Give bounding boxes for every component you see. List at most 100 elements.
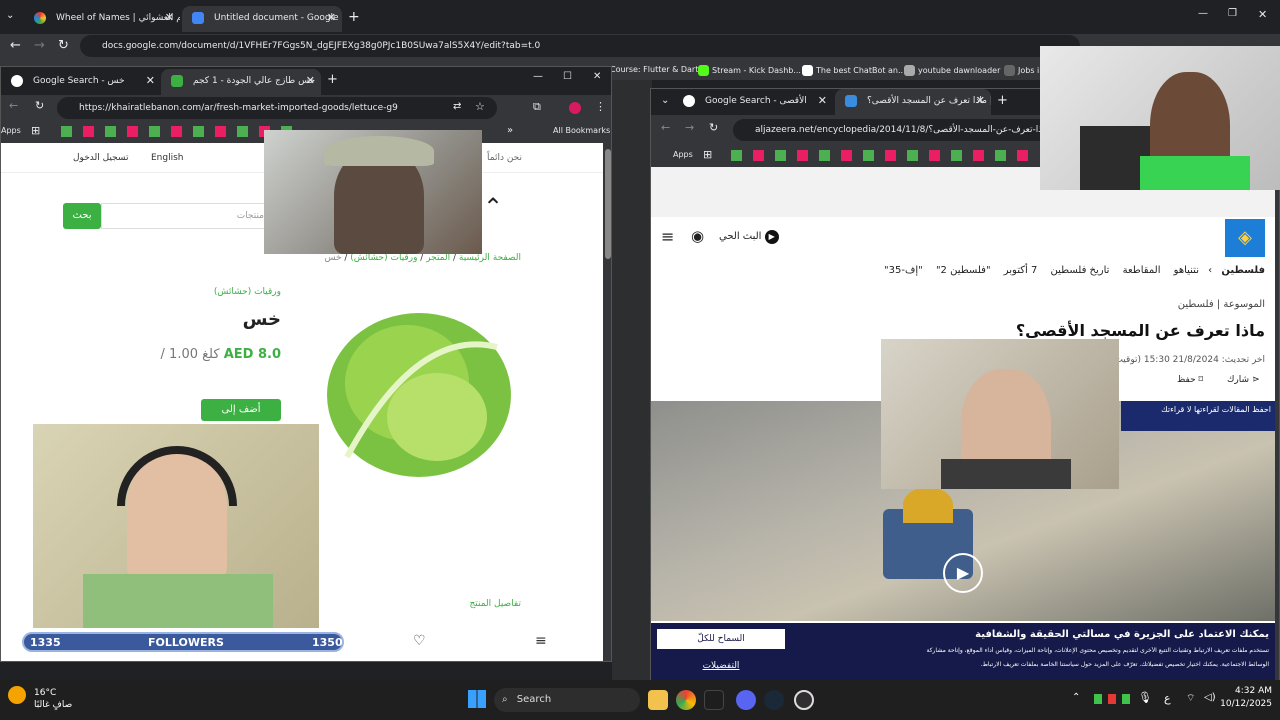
hamburger-icon[interactable]: ≡ xyxy=(535,633,547,649)
volume-icon[interactable]: ◁) xyxy=(1204,692,1216,703)
avatar[interactable] xyxy=(569,102,581,114)
tab-aljazeera[interactable]: ماذا تعرف عن المسجد الأقصى؟ | ✕ xyxy=(835,89,991,115)
breadcrumb-palestine[interactable]: فلسطين xyxy=(1178,299,1214,310)
nav-f35[interactable]: "إف-35" xyxy=(884,265,923,276)
menu-icon[interactable]: ⋮ xyxy=(595,100,606,113)
tab-google-search-aqsa[interactable]: Google Search - الأقصى ✕ xyxy=(673,89,833,115)
chevron-right-icon[interactable]: » xyxy=(507,125,513,136)
apps-bookmark[interactable]: Apps xyxy=(673,150,693,159)
all-bookmarks[interactable]: All Bookmarks xyxy=(553,126,610,135)
new-tab-icon[interactable]: + xyxy=(348,9,360,25)
live-button[interactable]: ▶ البث الحي xyxy=(719,230,779,244)
weather-widget[interactable]: 16°C صافٍ غالبًا xyxy=(8,686,72,710)
close-icon[interactable]: ✕ xyxy=(306,69,315,93)
apps-bookmark[interactable]: Apps xyxy=(1,126,21,135)
language-indicator[interactable]: ع xyxy=(1164,692,1171,705)
bookmark-flutter[interactable]: Course: Flutter & Dart xyxy=(610,65,698,74)
video-play-icon[interactable]: ▶ xyxy=(943,553,983,593)
clock[interactable]: 4:32 AM 10/12/2025 xyxy=(1220,686,1272,709)
extension-icon[interactable]: ⧉ xyxy=(533,100,541,114)
close-window-icon[interactable]: ✕ xyxy=(593,71,601,82)
reload-icon[interactable]: ↻ xyxy=(58,38,69,53)
nav-palestine2[interactable]: "فلسطين 2" xyxy=(936,265,991,276)
close-icon[interactable]: ✕ xyxy=(976,89,985,113)
close-icon[interactable]: ✕ xyxy=(818,89,827,113)
nav-history[interactable]: تاريخ فلسطين xyxy=(1051,265,1110,276)
tab-google-docs[interactable]: Untitled document - Google Do ✕ xyxy=(182,6,342,32)
start-icon[interactable] xyxy=(468,690,486,708)
close-icon[interactable]: ✕ xyxy=(146,69,155,93)
product-details-tab[interactable]: تفاصيل المنتج xyxy=(421,599,521,609)
bookmark-icons[interactable] xyxy=(731,150,1031,161)
close-window-icon[interactable]: ✕ xyxy=(1258,8,1267,21)
user-icon[interactable]: ◉ xyxy=(691,227,704,245)
reload-icon[interactable]: ↻ xyxy=(35,99,44,112)
outer-address-bar[interactable]: docs.google.com/document/d/1VFHEr7FGgs5N… xyxy=(80,35,1080,57)
cookie-body-2[interactable]: الوسائط الاجتماعية. يمكنك اختيار تخصيص ت… xyxy=(831,661,1269,668)
restore-icon[interactable]: ☐ xyxy=(563,71,572,82)
restore-icon[interactable]: ❐ xyxy=(1228,8,1237,19)
add-to-cart-button[interactable]: أضف إلى xyxy=(201,399,281,421)
star-icon[interactable]: ☆ xyxy=(475,100,485,113)
mic-icon[interactable]: 🎙 xyxy=(1138,691,1152,704)
steam-icon[interactable] xyxy=(764,690,784,710)
obs-icon[interactable] xyxy=(794,690,814,710)
minimize-icon[interactable]: — xyxy=(533,71,543,82)
forward-icon[interactable]: → xyxy=(685,121,694,134)
save-button[interactable]: ⌑ حفظ xyxy=(1177,375,1203,385)
left-address-bar[interactable]: https://khairatlebanon.com/ar/fresh-mark… xyxy=(57,97,497,119)
tray-icons[interactable] xyxy=(1094,694,1134,704)
nav-netanyahu[interactable]: نتنياهو xyxy=(1174,265,1199,276)
forward-icon[interactable]: → xyxy=(34,38,45,53)
minimize-icon[interactable]: — xyxy=(1198,8,1208,19)
language-link[interactable]: English xyxy=(151,153,184,163)
tray-chevron-icon[interactable]: ⌃ xyxy=(1072,692,1080,703)
heart-icon[interactable]: ♡ xyxy=(413,633,426,649)
breadcrumb-encyclopedia[interactable]: الموسوعة xyxy=(1223,299,1265,310)
login-link[interactable]: تسجيل الدخول xyxy=(73,153,128,163)
nav-october7[interactable]: 7 أكتوبر xyxy=(1004,265,1038,276)
share-button[interactable]: ⋖ شارك xyxy=(1227,375,1259,385)
search-button[interactable]: بحث xyxy=(63,203,101,229)
taskbar-search[interactable]: ⌕ Search xyxy=(494,688,640,712)
back-icon[interactable]: ← xyxy=(10,38,21,53)
back-icon[interactable]: ← xyxy=(9,99,18,112)
back-icon[interactable]: ← xyxy=(661,121,670,134)
allow-all-button[interactable]: السماح للكلّ xyxy=(657,629,785,649)
bookmark-jobs[interactable]: Jobs in xyxy=(1004,65,1044,76)
grid-icon[interactable]: ⊞ xyxy=(703,148,712,161)
close-icon[interactable]: ✕ xyxy=(165,6,174,30)
close-icon[interactable]: ✕ xyxy=(327,6,336,30)
tab-search-button[interactable]: ⌄ xyxy=(6,10,22,26)
translate-icon[interactable]: ⇄ xyxy=(453,101,461,112)
tab-wheel-of-names[interactable]: Wheel of Names | بسم العشوائي ✕ xyxy=(24,6,180,32)
breadcrumb-home[interactable]: الصفحة الرئيسية xyxy=(459,253,521,263)
tab-google-search-lettuce[interactable]: Google Search - خس ✕ xyxy=(1,69,161,95)
chrome-icon[interactable] xyxy=(676,690,696,710)
left-scrollbar[interactable] xyxy=(605,149,611,259)
network-icon[interactable]: ⌔ xyxy=(1186,692,1195,705)
new-tab-icon[interactable]: + xyxy=(327,72,338,87)
bookmark-chatbot[interactable]: The best ChatBot an... xyxy=(802,65,906,76)
tab-search-button[interactable]: ⌄ xyxy=(661,95,669,106)
product-category[interactable]: ورقيات (حشائش) xyxy=(181,287,281,297)
search-input[interactable]: منتجات xyxy=(101,203,271,229)
grid-icon[interactable]: ⊞ xyxy=(31,124,40,137)
temperature: 16°C xyxy=(34,688,57,698)
breadcrumb-category[interactable]: ورقيات (حشائش) xyxy=(350,253,417,263)
nav-boycott[interactable]: المقاطعة xyxy=(1123,265,1161,276)
new-tab-icon[interactable]: + xyxy=(997,93,1008,108)
aljazeera-logo[interactable]: ◈ xyxy=(1225,219,1265,257)
hamburger-icon[interactable]: ≡ xyxy=(661,227,674,246)
reload-icon[interactable]: ↻ xyxy=(709,121,718,134)
breadcrumb-store[interactable]: المتجر xyxy=(426,253,450,263)
tab-lettuce-product[interactable]: خس طازج عالي الجودة - 1 كجم ✕ xyxy=(161,69,321,95)
preferences-link[interactable]: التفضيلات xyxy=(657,661,785,671)
file-explorer-icon[interactable] xyxy=(648,690,668,710)
bookmark-kick[interactable]: Stream - Kick Dashb... xyxy=(698,65,801,76)
nav-palestine[interactable]: فلسطين xyxy=(1221,265,1265,276)
bookmark-youtube-downloader[interactable]: youtube dawnloader xyxy=(904,65,1000,76)
discord-icon[interactable] xyxy=(736,690,756,710)
app-icon[interactable] xyxy=(704,690,724,710)
logo[interactable]: ⌃ xyxy=(483,193,503,221)
